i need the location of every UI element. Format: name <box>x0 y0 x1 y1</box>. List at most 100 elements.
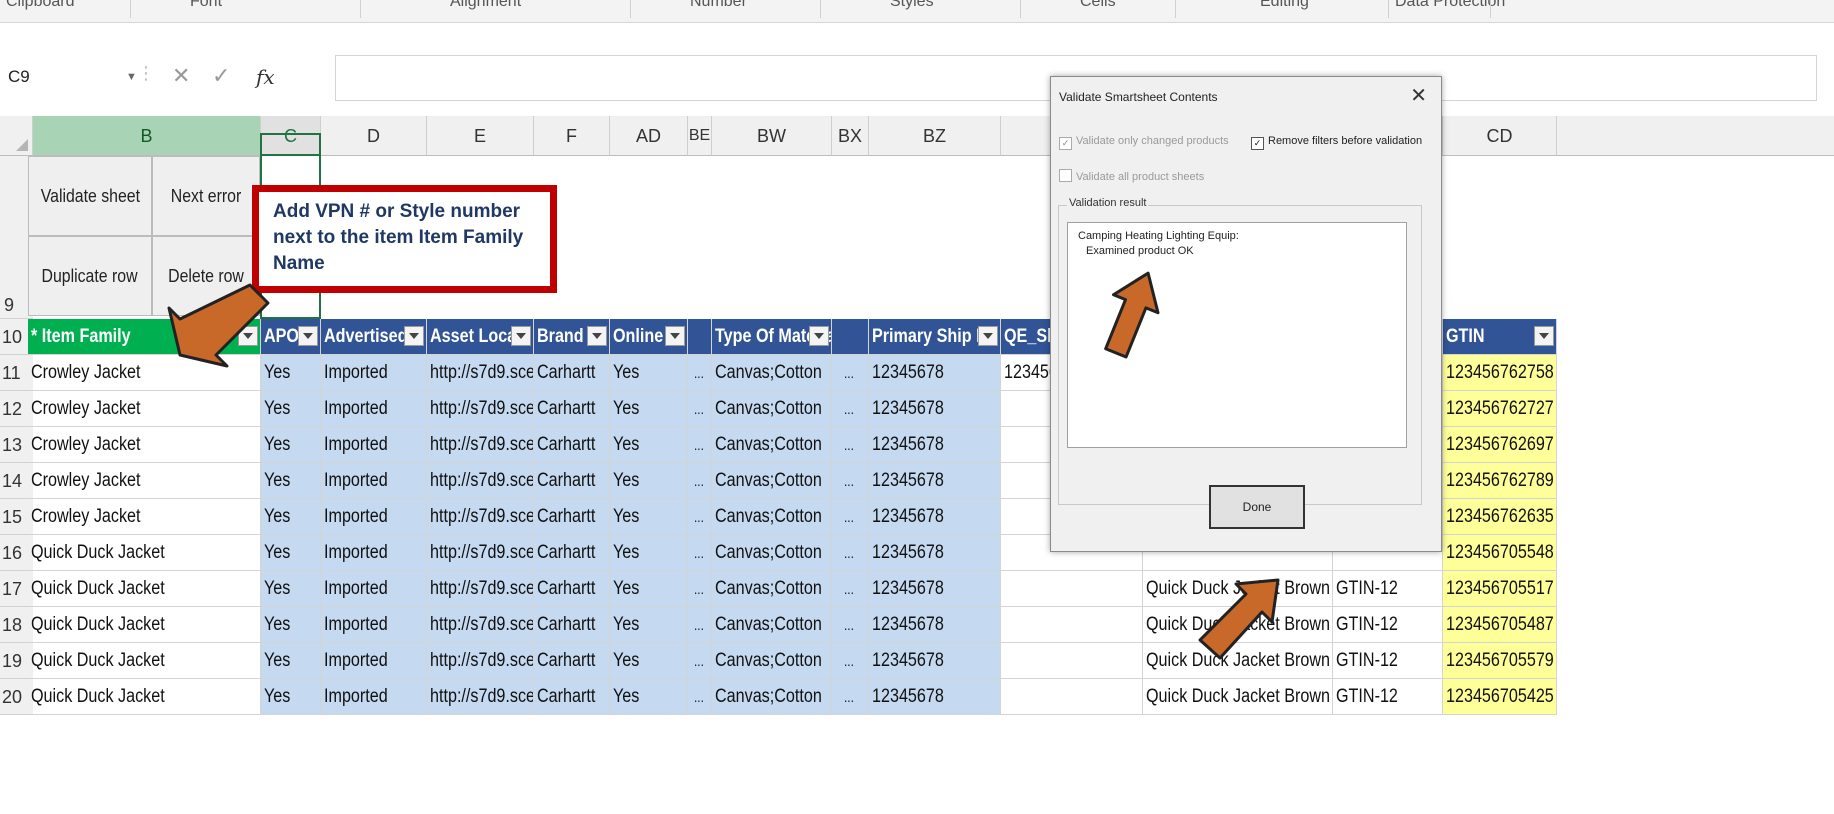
header-cell-online[interactable]: Online I <box>610 319 688 355</box>
header-cell-item-family[interactable]: * Item Family <box>28 319 261 355</box>
cell-be[interactable]: ... <box>688 355 712 391</box>
cell-brand[interactable]: Carhartt <box>534 535 610 571</box>
cell-online[interactable]: Yes <box>610 679 688 715</box>
cell-bx[interactable]: ... <box>832 643 869 679</box>
cell-item-family[interactable]: Crowley Jacket <box>28 463 261 499</box>
filter-dropdown-icon[interactable] <box>809 326 829 346</box>
header-cell-bx[interactable] <box>832 319 869 355</box>
cell-gtin[interactable]: 123456705487 <box>1443 607 1557 643</box>
cell-asset[interactable]: http://s7d9.sce <box>427 571 534 607</box>
column-header-ce[interactable] <box>1557 116 1834 156</box>
cell-gtin[interactable]: 123456705425 <box>1443 679 1557 715</box>
cell-qe[interactable] <box>1001 571 1143 607</box>
header-cell-asset[interactable]: Asset Locati <box>427 319 534 355</box>
column-header-b[interactable]: B <box>33 116 261 156</box>
name-box[interactable]: C9 ▼ <box>8 55 158 99</box>
cell-apo[interactable]: Yes <box>261 355 321 391</box>
column-header-bx[interactable]: BX <box>832 116 869 156</box>
cell-be[interactable]: ... <box>688 607 712 643</box>
cell-online[interactable]: Yes <box>610 427 688 463</box>
cancel-icon[interactable]: ✕ <box>172 55 190 99</box>
cell-bx[interactable]: ... <box>832 571 869 607</box>
cell-desc[interactable]: Quick Duck Jacket Brown X <box>1143 643 1333 679</box>
cell-be[interactable]: ... <box>688 679 712 715</box>
cell-online[interactable]: Yes <box>610 643 688 679</box>
cell-be[interactable]: ... <box>688 535 712 571</box>
filter-dropdown-icon[interactable] <box>298 326 318 346</box>
cell-item-family[interactable]: Quick Duck Jacket <box>28 679 261 715</box>
cell-desc[interactable]: Quick Duck Jacket Brown L <box>1143 607 1333 643</box>
cell-brand[interactable]: Carhartt <box>534 499 610 535</box>
cell-asset[interactable]: http://s7d9.sce <box>427 355 534 391</box>
enter-icon[interactable]: ✓ <box>212 55 230 99</box>
cell-primary[interactable]: 12345678 <box>869 535 1001 571</box>
cell-advertised[interactable]: Imported <box>321 679 427 715</box>
header-cell-primary[interactable]: Primary Ship Pc <box>869 319 1001 355</box>
cell-apo[interactable]: Yes <box>261 607 321 643</box>
filter-dropdown-icon[interactable] <box>1534 326 1554 346</box>
header-cell-gtin[interactable]: GTIN <box>1443 319 1557 355</box>
cell-desc[interactable]: Quick Duck Jacket Brown N <box>1143 571 1333 607</box>
cell-qe[interactable] <box>1001 643 1143 679</box>
cell-be[interactable]: ... <box>688 643 712 679</box>
cell-apo[interactable]: Yes <box>261 499 321 535</box>
column-header-f[interactable]: F <box>534 116 610 156</box>
cell-item-family[interactable]: Quick Duck Jacket <box>28 643 261 679</box>
cell-advertised[interactable]: Imported <box>321 643 427 679</box>
cell-item-family[interactable]: Crowley Jacket <box>28 427 261 463</box>
cell-gtin-type[interactable]: GTIN-12 <box>1333 643 1443 679</box>
cell-online[interactable]: Yes <box>610 571 688 607</box>
header-cell-material[interactable]: Type Of Material <box>712 319 832 355</box>
cell-be[interactable]: ... <box>688 571 712 607</box>
header-cell-advertised[interactable]: Advertised <box>321 319 427 355</box>
filter-dropdown-icon[interactable] <box>587 326 607 346</box>
select-all-corner[interactable] <box>0 116 33 156</box>
cell-brand[interactable]: Carhartt <box>534 571 610 607</box>
cell-gtin-type[interactable]: GTIN-12 <box>1333 607 1443 643</box>
cell-apo[interactable]: Yes <box>261 391 321 427</box>
cell-material[interactable]: Canvas;Cotton <box>712 463 832 499</box>
cell-material[interactable]: Canvas;Cotton <box>712 427 832 463</box>
column-header-bz[interactable]: BZ <box>869 116 1001 156</box>
cell-apo[interactable]: Yes <box>261 535 321 571</box>
cell-material[interactable]: Canvas;Cotton <box>712 679 832 715</box>
cell-gtin[interactable]: 123456705517 <box>1443 571 1557 607</box>
chevron-down-icon[interactable]: ▼ <box>126 55 137 99</box>
cell-qe[interactable] <box>1001 679 1143 715</box>
cell-primary[interactable]: 12345678 <box>869 607 1001 643</box>
cell-advertised[interactable]: Imported <box>321 571 427 607</box>
cell-primary[interactable]: 12345678 <box>869 391 1001 427</box>
cell-brand[interactable]: Carhartt <box>534 679 610 715</box>
column-header-cd[interactable]: CD <box>1443 116 1557 156</box>
cell-bx[interactable]: ... <box>832 679 869 715</box>
cell-bx[interactable]: ... <box>832 535 869 571</box>
filter-dropdown-icon[interactable] <box>665 326 685 346</box>
close-icon[interactable]: ✕ <box>1410 83 1427 107</box>
cell-item-family[interactable]: Crowley Jacket <box>28 355 261 391</box>
column-header-ad[interactable]: AD <box>610 116 688 156</box>
cell-online[interactable]: Yes <box>610 499 688 535</box>
insert-function-icon[interactable]: fx <box>256 55 275 99</box>
header-cell-apo[interactable]: APO/ <box>261 319 321 355</box>
filter-dropdown-icon[interactable] <box>978 326 998 346</box>
cell-advertised[interactable]: Imported <box>321 535 427 571</box>
cell-material[interactable]: Canvas;Cotton <box>712 391 832 427</box>
column-header-bw[interactable]: BW <box>712 116 832 156</box>
cell-apo[interactable]: Yes <box>261 571 321 607</box>
cell-bx[interactable]: ... <box>832 427 869 463</box>
cell-item-family[interactable]: Crowley Jacket <box>28 499 261 535</box>
cell-gtin[interactable]: 123456705579 <box>1443 643 1557 679</box>
cell-bx[interactable]: ... <box>832 355 869 391</box>
cell-online[interactable]: Yes <box>610 355 688 391</box>
cell-be[interactable]: ... <box>688 427 712 463</box>
cell-asset[interactable]: http://s7d9.sce <box>427 535 534 571</box>
next-error-button[interactable]: Next error <box>152 156 260 236</box>
cell-gtin-type[interactable]: GTIN-12 <box>1333 679 1443 715</box>
cell-primary[interactable]: 12345678 <box>869 463 1001 499</box>
cell-asset[interactable]: http://s7d9.sce <box>427 679 534 715</box>
cell-apo[interactable]: Yes <box>261 427 321 463</box>
cell-desc[interactable]: Quick Duck Jacket Brown X <box>1143 679 1333 715</box>
cell-asset[interactable]: http://s7d9.sce <box>427 463 534 499</box>
cell-material[interactable]: Canvas;Cotton <box>712 607 832 643</box>
cell-primary[interactable]: 12345678 <box>869 427 1001 463</box>
